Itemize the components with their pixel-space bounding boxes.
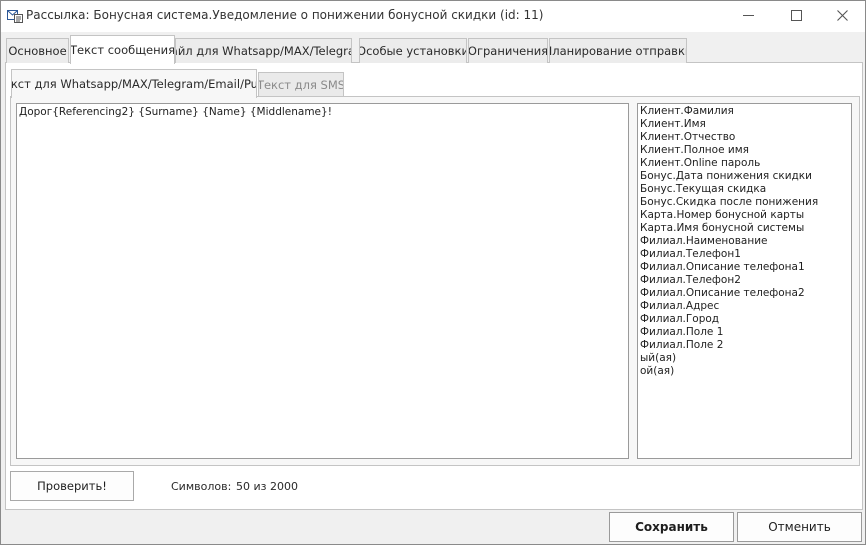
tab-special-settings[interactable]: Особые установки (359, 38, 467, 63)
mail-form-icon (7, 9, 23, 23)
list-item[interactable]: Филиал.Поле 2 (640, 339, 849, 352)
list-item[interactable]: ой(ая) (640, 365, 849, 378)
subtab-sms-text[interactable]: Текст для SMS (258, 72, 344, 96)
list-item[interactable]: Бонус.Дата понижения скидки (640, 170, 849, 183)
tab-main[interactable]: Основное (6, 38, 69, 63)
list-item[interactable]: Филиал.Описание телефона2 (640, 287, 849, 300)
tab-send-schedule[interactable]: Планирование отправки (549, 38, 687, 63)
list-item[interactable]: Филиал.Адрес (640, 300, 849, 313)
char-count-label: Символов: (171, 480, 232, 493)
list-item[interactable]: Филиал.Телефон1 (640, 248, 849, 261)
save-button[interactable]: Сохранить (609, 512, 734, 542)
list-item[interactable]: Филиал.Телефон2 (640, 274, 849, 287)
char-count-value: 50 из 2000 (236, 480, 298, 493)
list-item[interactable]: Клиент.Полное имя (640, 144, 849, 157)
close-button[interactable] (819, 1, 865, 32)
maximize-icon (790, 9, 802, 24)
list-item[interactable]: Карта.Имя бонусной системы (640, 222, 849, 235)
list-item[interactable]: Филиал.Наименование (640, 235, 849, 248)
list-item[interactable]: Филиал.Описание телефона1 (640, 261, 849, 274)
list-item[interactable]: Клиент.Online пароль (640, 157, 849, 170)
list-item[interactable]: Клиент.Фамилия (640, 105, 849, 118)
minimize-button[interactable] (725, 1, 771, 32)
template-fields-list[interactable]: Клиент.Фамилия Клиент.Имя Клиент.Отчество К… (637, 103, 852, 459)
minimize-icon (742, 10, 754, 24)
tab-message-text[interactable]: Текст сообщения (70, 35, 175, 64)
tab-restrictions[interactable]: Ограничения (468, 38, 548, 63)
subtab-messenger-text[interactable]: Текст для Whatsapp/MAX/Telegram/Email/Pu… (11, 69, 257, 98)
list-item[interactable]: Клиент.Имя (640, 118, 849, 131)
check-button[interactable]: Проверить! (10, 471, 134, 501)
dialog-window: Рассылка: Бонусная система.Уведомление о… (0, 0, 866, 545)
list-item[interactable]: Клиент.Отчество (640, 131, 849, 144)
list-item[interactable]: Бонус.Скидка после понижения (640, 196, 849, 209)
list-item[interactable]: Карта.Номер бонусной карты (640, 209, 849, 222)
list-item[interactable]: Филиал.Поле 1 (640, 326, 849, 339)
message-text-input[interactable]: Дорог{Referencing2} {Surname} {Name} {Mi… (16, 103, 629, 459)
tab-whatsapp-file[interactable]: Файл для Whatsapp/MAX/Telegram (175, 38, 352, 63)
title-bar: Рассылка: Бонусная система.Уведомление о… (1, 1, 865, 32)
list-item[interactable]: Филиал.Город (640, 313, 849, 326)
cancel-button[interactable]: Отменить (737, 512, 862, 542)
maximize-button[interactable] (773, 1, 819, 32)
close-icon (836, 9, 848, 24)
list-item[interactable]: ый(ая) (640, 352, 849, 365)
window-title: Рассылка: Бонусная система.Уведомление о… (26, 8, 544, 22)
list-item[interactable]: Бонус.Текущая скидка (640, 183, 849, 196)
